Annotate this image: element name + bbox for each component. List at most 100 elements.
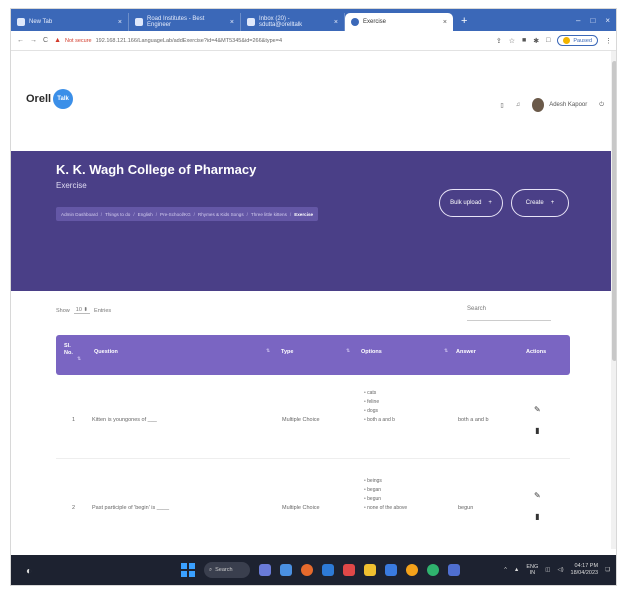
file-explorer-icon[interactable] <box>364 564 376 576</box>
question-type: Multiple Choice <box>282 417 320 423</box>
task-view-icon[interactable] <box>259 564 271 576</box>
options-list: beings began begun none of the above <box>364 477 407 513</box>
user-name: Adesh Kapoor <box>549 102 588 108</box>
chat-app-icon[interactable] <box>280 564 292 576</box>
chrome-app-icon[interactable] <box>406 564 418 576</box>
tab-label: Inbox (20) - sdutta@orelltalk <box>259 16 303 28</box>
edit-pencil-icon[interactable]: ✎ <box>534 491 541 500</box>
close-window-button[interactable]: × <box>605 16 610 25</box>
bulk-upload-button[interactable]: Bulk upload + <box>439 189 503 217</box>
mail-app-icon[interactable] <box>322 564 334 576</box>
volume-icon[interactable]: ◁) <box>557 567 563 573</box>
wifi-icon[interactable]: ◫ <box>545 567 550 573</box>
column-type[interactable]: Type <box>281 349 293 355</box>
profile-paused-button[interactable]: Paused <box>557 35 598 46</box>
option-item: feline <box>364 398 395 407</box>
bookmark-star-icon[interactable]: ☆ <box>509 37 515 45</box>
breadcrumb-pre-school[interactable]: Pre-School/KG <box>160 212 191 217</box>
taskbar-search[interactable]: ⌕ Search <box>204 562 250 578</box>
page-scrollbar[interactable] <box>611 51 616 549</box>
url-field[interactable]: ▲ Not secure 192.168.121.166/LanguageLab… <box>54 37 490 44</box>
windows-start-icon[interactable] <box>181 563 195 577</box>
header-actions: ▯ ♫ Adesh Kapoor ⏻ <box>500 98 604 112</box>
sort-question[interactable]: ⇅ <box>266 349 270 354</box>
sidebar-icon[interactable]: □ <box>546 37 550 44</box>
time-label: 04:17 PM <box>574 563 599 569</box>
profile-avatar-icon <box>563 37 571 44</box>
language-indicator[interactable]: ENG IN <box>526 564 538 576</box>
column-sl-no[interactable]: Sl. No. <box>64 343 73 356</box>
sort-icon: ⇅ <box>346 349 351 354</box>
column-answer[interactable]: Answer <box>456 349 476 355</box>
back-button[interactable]: ← <box>17 37 24 44</box>
network-icon[interactable]: ▲ <box>514 567 519 573</box>
maximize-button[interactable]: □ <box>590 16 595 25</box>
user-menu[interactable]: Adesh Kapoor <box>532 98 587 112</box>
breadcrumb-things-to-do[interactable]: Things to do <box>105 212 130 217</box>
sort-icon: ⇅ <box>266 349 271 354</box>
browser-menu-icon[interactable]: ⋮ <box>605 37 612 45</box>
new-tab-button[interactable]: + <box>453 15 475 27</box>
column-options[interactable]: Options <box>361 349 382 355</box>
chevron-up-icon[interactable]: ^ <box>504 567 507 573</box>
column-label: Options <box>361 349 382 355</box>
entries-select-value: 10 <box>75 307 82 313</box>
taskbar-clock[interactable]: 04:17 PM 18/04/2023 <box>571 563 599 577</box>
breadcrumb-rhymes[interactable]: Rhymes & Kids Songs <box>198 212 244 217</box>
option-item: beings <box>364 477 407 486</box>
chrome-alt-app-icon[interactable] <box>427 564 439 576</box>
close-tab-icon[interactable]: × <box>334 19 338 26</box>
notification-bell-icon[interactable]: ♫ <box>516 102 521 108</box>
chevron-down-icon: ⬍ <box>83 307 89 313</box>
column-label: Answer <box>456 349 476 355</box>
page-banner: K. K. Wagh College of Pharmacy Exercise … <box>11 151 616 291</box>
table-header: Sl. No. ⇅ Question ⇅ Type ⇅ Options ⇅ An… <box>56 335 570 375</box>
mail-favicon-icon <box>247 18 255 26</box>
delete-trash-icon[interactable]: ▮ <box>535 426 539 435</box>
breadcrumb-admin-dashboard[interactable]: Admin Dashboard <box>61 212 98 217</box>
entries-select[interactable]: 10 ⬍ <box>73 307 91 314</box>
forward-button[interactable]: → <box>30 37 37 44</box>
media-app-icon[interactable] <box>343 564 355 576</box>
extension-icon[interactable]: ■ <box>522 37 526 44</box>
page-subtitle: Exercise <box>56 181 87 190</box>
system-tray: ^ ▲ ENG IN ◫ ◁) 04:17 PM 18/04/2023 ❏ <box>504 563 610 577</box>
column-question[interactable]: Question <box>94 349 118 355</box>
orell-talk-logo[interactable]: Orell Talk <box>26 89 74 109</box>
extensions-puzzle-icon[interactable]: ✱ <box>533 37 539 45</box>
word-app-icon[interactable] <box>448 564 460 576</box>
edit-pencil-icon[interactable]: ✎ <box>534 405 541 414</box>
sort-type[interactable]: ⇅ <box>346 349 350 354</box>
widgets-icon[interactable]: ◐ <box>19 561 39 581</box>
power-icon[interactable]: ⏻ <box>599 102 604 109</box>
scrollbar-thumb[interactable] <box>612 61 616 361</box>
option-item: began <box>364 486 407 495</box>
notifications-icon[interactable]: ❏ <box>605 567 610 573</box>
tab-new-tab[interactable]: New Tab × <box>11 13 129 31</box>
close-tab-icon[interactable]: × <box>443 19 447 26</box>
browser-app-icon[interactable] <box>301 564 313 576</box>
sort-sl-no[interactable]: ⇅ <box>77 357 81 362</box>
logo-badge: Talk <box>53 89 74 109</box>
store-app-icon[interactable] <box>385 564 397 576</box>
calendar-icon[interactable]: ▯ <box>500 102 503 109</box>
tab-road-institutes[interactable]: Road Institutes - Best Engineer × <box>129 13 241 31</box>
search-input[interactable]: Search <box>467 303 551 321</box>
column-label: Question <box>94 349 118 355</box>
create-button[interactable]: Create + <box>511 189 569 217</box>
tab-label: Road Institutes - Best Engineer <box>147 16 205 28</box>
table-row: 2 Past participle of 'begin' is ____ Mul… <box>56 465 570 545</box>
share-icon[interactable]: ⇪ <box>496 37 502 45</box>
reload-button[interactable]: C <box>43 37 48 44</box>
tab-exercise[interactable]: Exercise × <box>345 13 453 31</box>
row-number: 1 <box>72 417 76 423</box>
warning-icon: ▲ <box>54 37 61 44</box>
breadcrumb-three-little-kittens[interactable]: Three little kittens <box>251 212 287 217</box>
minimize-button[interactable]: – <box>576 16 580 25</box>
close-tab-icon[interactable]: × <box>230 19 234 26</box>
breadcrumb-english[interactable]: English <box>138 212 153 217</box>
delete-trash-icon[interactable]: ▮ <box>535 512 539 521</box>
tab-inbox[interactable]: Inbox (20) - sdutta@orelltalk × <box>241 13 345 31</box>
sort-options[interactable]: ⇅ <box>444 349 448 354</box>
close-tab-icon[interactable]: × <box>118 19 122 26</box>
